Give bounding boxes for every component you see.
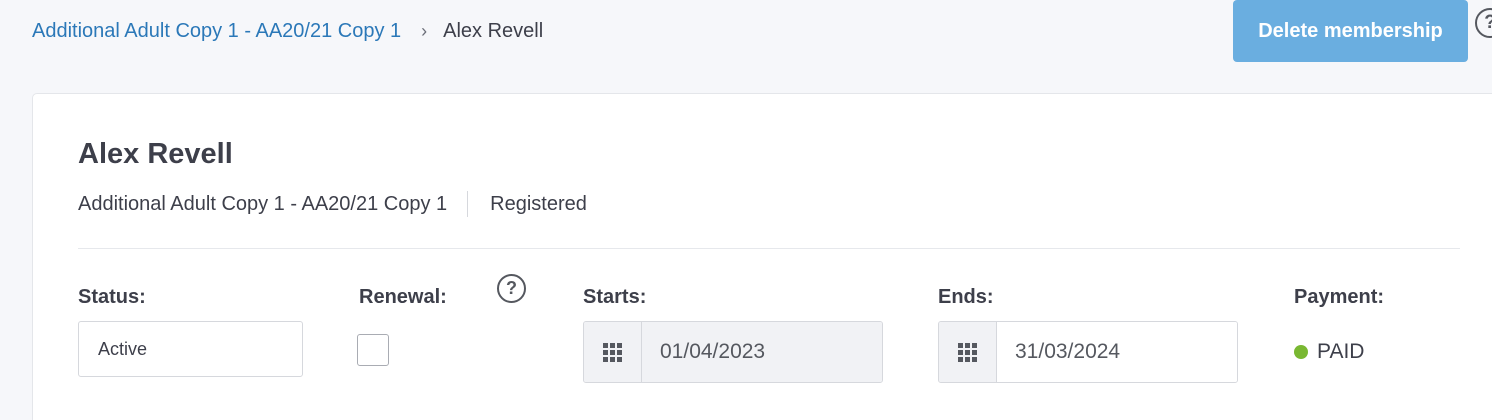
membership-meta: Additional Adult Copy 1 - AA20/21 Copy 1… bbox=[78, 191, 587, 217]
payment-label: Payment: bbox=[1294, 286, 1385, 308]
status-select[interactable]: Active bbox=[78, 321, 303, 377]
starts-date-input[interactable]: 01/04/2023 bbox=[642, 322, 882, 382]
membership-card: Alex Revell Additional Adult Copy 1 - AA… bbox=[32, 93, 1492, 420]
renewal-label: Renewal: bbox=[359, 286, 447, 308]
ends-date-field: 31/03/2024 bbox=[938, 321, 1238, 383]
breadcrumb-current: Alex Revell bbox=[443, 20, 544, 42]
breadcrumb-separator: › bbox=[421, 21, 428, 41]
status-dot-icon bbox=[1294, 345, 1308, 359]
calendar-grid-icon[interactable] bbox=[584, 322, 642, 382]
member-name: Alex Revell bbox=[78, 138, 233, 170]
meta-divider bbox=[467, 191, 469, 217]
breadcrumb-link-membership[interactable]: Additional Adult Copy 1 - AA20/21 Copy 1 bbox=[32, 20, 401, 43]
help-icon[interactable]: ? bbox=[1475, 8, 1492, 38]
calendar-grid-icon[interactable] bbox=[939, 322, 997, 382]
status-label: Status: bbox=[78, 286, 146, 308]
starts-date-field: 01/04/2023 bbox=[583, 321, 883, 383]
registration-status: Registered bbox=[490, 192, 587, 215]
divider bbox=[78, 248, 1460, 249]
delete-membership-button[interactable]: Delete membership bbox=[1233, 0, 1468, 62]
breadcrumb: Additional Adult Copy 1 - AA20/21 Copy 1… bbox=[32, 20, 543, 43]
payment-status: PAID bbox=[1294, 340, 1364, 364]
renewal-checkbox[interactable] bbox=[357, 334, 389, 366]
ends-date-input[interactable]: 31/03/2024 bbox=[997, 322, 1237, 382]
payment-value: PAID bbox=[1317, 340, 1365, 363]
starts-label: Starts: bbox=[583, 286, 647, 308]
renewal-help-icon[interactable]: ? bbox=[497, 274, 526, 303]
membership-type: Additional Adult Copy 1 - AA20/21 Copy 1 bbox=[78, 192, 448, 215]
ends-label: Ends: bbox=[938, 286, 994, 308]
